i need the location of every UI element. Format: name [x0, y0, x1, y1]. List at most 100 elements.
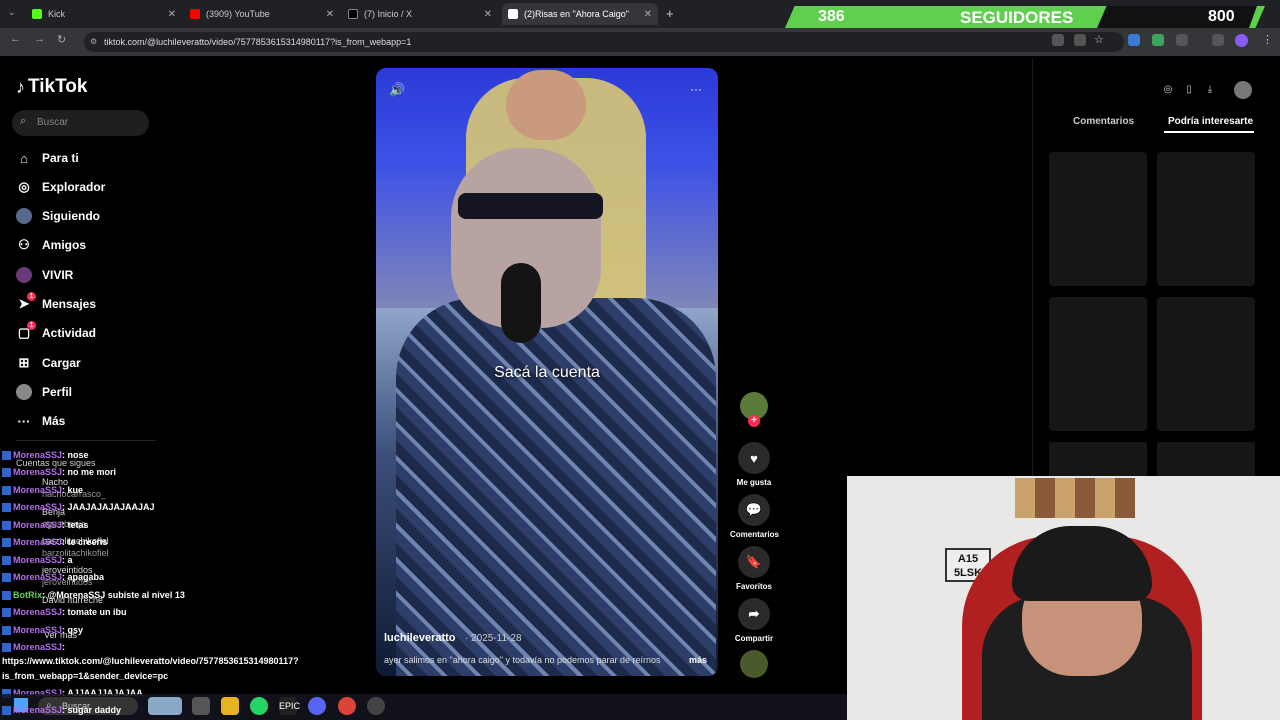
sidebar-item-label: Explorador: [42, 180, 106, 194]
new-tab-button[interactable]: +: [666, 6, 674, 21]
following-avatar-icon: [16, 208, 32, 224]
upload-icon: ⊞: [18, 355, 30, 370]
tab-x[interactable]: (7) Inicio / X ✕: [342, 3, 498, 25]
action-label: Me gusta: [736, 478, 772, 487]
suggested-video-placeholder[interactable]: [1049, 442, 1147, 476]
music-disc-icon[interactable]: [740, 650, 768, 678]
chat-text: : qsy: [62, 625, 84, 635]
shield-extension-icon[interactable]: [1152, 34, 1164, 46]
obs-icon[interactable]: [367, 697, 385, 715]
activity-icon: ▢ 1: [16, 321, 36, 341]
file-explorer-icon[interactable]: [221, 697, 239, 715]
install-icon[interactable]: [1074, 34, 1086, 46]
tiktok-logo[interactable]: ♪ TikTok: [16, 76, 87, 98]
chat-username: BotRix: [13, 590, 42, 600]
bookmark-star-icon[interactable]: ☆: [1094, 33, 1104, 46]
task-view-icon[interactable]: [192, 697, 210, 715]
search-input[interactable]: ⌕ Buscar: [12, 110, 149, 136]
download-icon[interactable]: ⤓: [1202, 84, 1218, 100]
video-more-icon[interactable]: ···: [690, 82, 702, 96]
tab-tiktok[interactable]: (2)Risas en "Ahora Caigo" ✕: [502, 3, 658, 25]
extensions-puzzle-icon[interactable]: [1176, 34, 1188, 46]
heart-icon: ♥: [738, 442, 770, 474]
back-button[interactable]: ←: [10, 33, 21, 45]
epic-games-icon[interactable]: EPIC: [279, 697, 300, 715]
chat-badge-icon: [2, 608, 11, 618]
user-avatar[interactable]: [1234, 81, 1252, 99]
video-username[interactable]: luchileveratto: [384, 632, 456, 644]
tab-close-icon[interactable]: ✕: [644, 9, 652, 20]
sidebar-item-label: Más: [42, 414, 66, 428]
wall-posters: [1015, 478, 1135, 518]
compass-small-icon[interactable]: ◎: [1160, 84, 1176, 100]
whatsapp-icon[interactable]: [250, 697, 268, 715]
chat-message: MorenaSSJ: tetas: [2, 520, 89, 531]
suggested-video-placeholder[interactable]: [1157, 442, 1255, 476]
reload-button[interactable]: ↻: [57, 33, 66, 46]
action-label: Favoritos: [735, 582, 772, 591]
follow-plus-icon[interactable]: +: [748, 415, 760, 427]
chat-badge-icon: [2, 643, 11, 653]
sidebar-item-label: Perfil: [42, 385, 73, 399]
device-icon[interactable]: ▯: [1181, 84, 1197, 100]
chrome-icon[interactable]: [338, 697, 356, 715]
site-info-icon[interactable]: ⚙: [90, 37, 97, 46]
sidebar-item-label: Amigos: [42, 238, 87, 252]
volume-icon[interactable]: 🔊: [389, 82, 405, 98]
sidebar-item-label: Actividad: [42, 326, 97, 340]
sidebar-item-mas[interactable]: ··· Más: [16, 410, 66, 432]
sidebar-item-actividad[interactable]: ▢ 1 Actividad: [16, 321, 97, 344]
reading-list-icon[interactable]: [1212, 34, 1224, 46]
share-button[interactable]: ➦ Compartir: [730, 598, 778, 643]
tab-close-icon[interactable]: ✕: [484, 9, 492, 20]
url-input[interactable]: tiktok.com/@luchileveratto/video/7577853…: [84, 32, 1124, 52]
chat-message: MorenaSSJ: nose: [2, 450, 89, 461]
tab-comentarios[interactable]: Comentarios: [1073, 116, 1134, 127]
tab-list-icon[interactable]: ⌄: [8, 7, 16, 18]
chat-link-line[interactable]: is_from_webapp=1&sender_device=pc: [2, 671, 168, 681]
tab-youtube[interactable]: (3909) YouTube ✕: [184, 3, 340, 25]
suggested-video-placeholder[interactable]: [1049, 152, 1147, 286]
tab-close-icon[interactable]: ✕: [168, 9, 176, 20]
like-button[interactable]: ♥ Me gusta: [730, 442, 778, 487]
profile-avatar-icon[interactable]: [1235, 34, 1248, 47]
logo-text: TikTok: [28, 76, 88, 97]
menu-kebab-icon[interactable]: ⋮: [1262, 33, 1273, 46]
translate-icon[interactable]: [1052, 34, 1064, 46]
suggested-video-placeholder[interactable]: [1157, 297, 1255, 431]
x-favicon-icon: [348, 9, 358, 19]
suggested-video-placeholder[interactable]: [1157, 152, 1255, 286]
tiktok-favicon-icon: [508, 9, 518, 19]
chat-message: MorenaSSJ: JAAJAJAJAJAAJAJ: [2, 502, 155, 513]
chat-message: MorenaSSJ: kue: [2, 485, 83, 496]
chat-link-line[interactable]: https://www.tiktok.com/@luchileveratto/v…: [2, 656, 299, 666]
comments-button[interactable]: 💬 Comentarios: [730, 494, 779, 539]
chat-badge-icon: [2, 486, 11, 496]
tab-podria-interesarte[interactable]: Podría interesarte: [1168, 116, 1253, 127]
sidebar-item-vivir[interactable]: VIVIR: [16, 264, 73, 286]
comment-icon: 💬: [738, 494, 770, 526]
favorites-button[interactable]: 🔖 Favoritos: [730, 546, 778, 591]
suggested-video-placeholder[interactable]: [1049, 297, 1147, 431]
chat-text: : te creeris: [62, 537, 108, 547]
chat-message: BotRix: @MorenaSSJ subiste al nivel 13: [2, 590, 185, 601]
chat-username: MorenaSSJ: [13, 642, 63, 652]
discord-icon[interactable]: [308, 697, 326, 715]
extension-icon[interactable]: [1128, 34, 1140, 46]
tab-close-icon[interactable]: ✕: [326, 9, 334, 20]
sidebar-item-label: Cargar: [42, 356, 81, 370]
sidebar-item-siguiendo[interactable]: Siguiendo: [16, 205, 100, 227]
weather-widget-icon[interactable]: [148, 697, 182, 715]
sidebar-item-amigos[interactable]: ⚇ Amigos: [16, 234, 86, 256]
sidebar-item-perfil[interactable]: Perfil: [16, 381, 72, 403]
sidebar-item-explorador[interactable]: ◎ Explorador: [16, 176, 105, 198]
video-more-link[interactable]: más: [689, 655, 707, 665]
chat-text: : @MorenaSSJ subiste al nivel 13: [42, 590, 185, 600]
forward-button[interactable]: →: [34, 33, 45, 45]
sidebar-item-mensajes[interactable]: ➤ 1 Mensajes: [16, 292, 96, 315]
chat-username: MorenaSSJ: [13, 502, 63, 512]
sidebar-item-para-ti[interactable]: ⌂ Para ti: [16, 147, 79, 169]
sidebar-item-cargar[interactable]: ⊞ Cargar: [16, 352, 81, 374]
video-microphone: [501, 263, 541, 343]
tab-kick[interactable]: Kick ✕: [26, 3, 182, 25]
